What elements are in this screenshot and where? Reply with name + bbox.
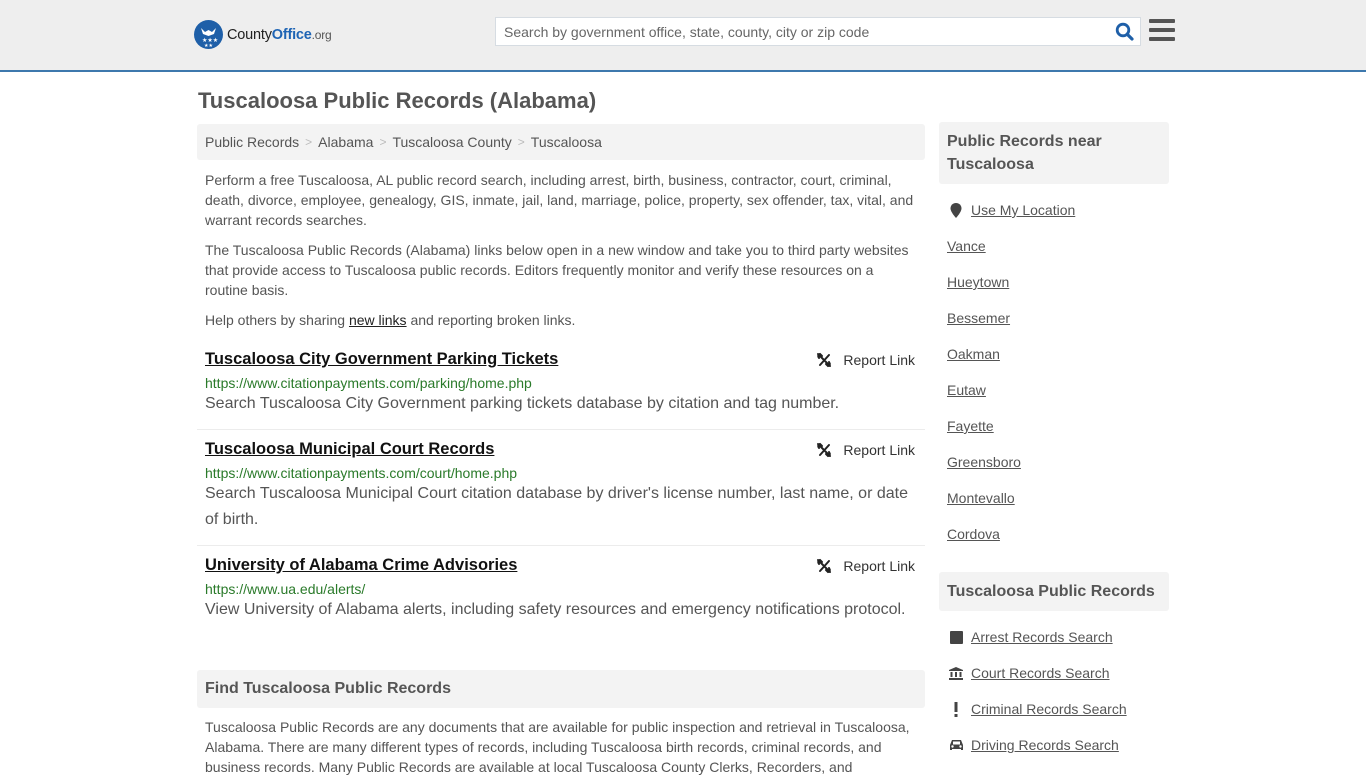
breadcrumb-public-records[interactable]: Public Records	[205, 134, 299, 150]
nearby-city-link[interactable]: Bessemer	[947, 310, 1010, 326]
record-description: View University of Alabama alerts, inclu…	[205, 601, 906, 618]
nearby-city-item: Eutaw	[947, 372, 1169, 408]
report-link-button[interactable]: Report Link	[816, 558, 915, 574]
record-description: Search Tuscaloosa City Government parkin…	[205, 395, 840, 412]
breadcrumb-separator: >	[379, 135, 387, 149]
nearby-city-link[interactable]: Montevallo	[947, 490, 1015, 506]
record-type-item: Criminal Records Search	[947, 691, 1169, 727]
court-records-link[interactable]: Court Records Search	[971, 665, 1110, 681]
broken-link-icon	[817, 558, 832, 574]
find-records-heading: Find Tuscaloosa Public Records	[197, 670, 925, 708]
broken-link-icon	[817, 442, 832, 458]
nearby-city-link[interactable]: Vance	[947, 238, 986, 254]
nearby-city-item: Fayette	[947, 408, 1169, 444]
nearby-city-link[interactable]: Hueytown	[947, 274, 1009, 290]
record-types-heading: Tuscaloosa Public Records	[939, 572, 1169, 611]
driving-records-link[interactable]: Driving Records Search	[971, 737, 1119, 753]
report-link-button[interactable]: Report Link	[816, 442, 915, 458]
record-type-item: Arrest Records Search	[947, 619, 1169, 655]
logo-text: CountyOffice.org	[227, 26, 332, 43]
criminal-records-link[interactable]: Criminal Records Search	[971, 701, 1127, 717]
intro-paragraph: Perform a free Tuscaloosa, AL public rec…	[205, 172, 914, 228]
eagle-stars-logo-icon: ★★★ ★★	[194, 20, 223, 49]
exclamation-icon	[947, 701, 965, 717]
record-title-link[interactable]: Tuscaloosa City Government Parking Ticke…	[205, 350, 558, 369]
breadcrumb: Public Records > Alabama > Tuscaloosa Co…	[197, 124, 925, 160]
menu-bar-icon	[1149, 37, 1175, 41]
intro-help-paragraph: Help others by sharing new links and rep…	[205, 312, 576, 328]
car-icon	[947, 739, 965, 751]
hamburger-menu-button[interactable]	[1149, 19, 1175, 43]
record-type-item: Driving Records Search	[947, 727, 1169, 763]
use-my-location-link[interactable]: Use My Location	[971, 202, 1075, 218]
intro-paragraph: The Tuscaloosa Public Records (Alabama) …	[205, 242, 909, 298]
record-title-link[interactable]: Tuscaloosa Municipal Court Records	[205, 440, 494, 459]
record-url[interactable]: https://www.citationpayments.com/parking…	[205, 375, 925, 391]
nearby-city-link[interactable]: Cordova	[947, 526, 1000, 542]
broken-link-icon	[817, 352, 832, 368]
breadcrumb-tuscaloosa-county[interactable]: Tuscaloosa County	[392, 134, 511, 150]
search-icon	[1115, 22, 1134, 41]
record-list: Tuscaloosa City Government Parking Ticke…	[197, 340, 925, 635]
menu-bar-icon	[1149, 19, 1175, 23]
page-title: Tuscaloosa Public Records (Alabama)	[198, 88, 597, 113]
record-item: University of Alabama Crime Advisories R…	[197, 546, 925, 635]
logo[interactable]: ★★★ ★★ CountyOffice.org	[194, 20, 332, 49]
record-description: Search Tuscaloosa Municipal Court citati…	[205, 485, 908, 528]
nearby-city-item: Cordova	[947, 516, 1169, 552]
map-pin-icon	[947, 202, 965, 218]
record-item: Tuscaloosa City Government Parking Ticke…	[197, 340, 925, 430]
menu-bar-icon	[1149, 28, 1175, 32]
breadcrumb-alabama[interactable]: Alabama	[318, 134, 373, 150]
nearby-city-link[interactable]: Fayette	[947, 418, 994, 434]
breadcrumb-separator: >	[517, 135, 525, 149]
breadcrumb-separator: >	[305, 135, 313, 149]
nearby-city-item: Montevallo	[947, 480, 1169, 516]
record-title-link[interactable]: University of Alabama Crime Advisories	[205, 556, 517, 575]
nearby-city-item: Bessemer	[947, 300, 1169, 336]
breadcrumb-tuscaloosa[interactable]: Tuscaloosa	[531, 134, 602, 150]
record-types-list: Arrest Records Search Court Records Sear…	[947, 619, 1169, 763]
nearby-city-link[interactable]: Eutaw	[947, 382, 986, 398]
nearby-list: Use My Location Vance Hueytown Bessemer …	[947, 192, 1169, 552]
search-button[interactable]	[1108, 18, 1140, 45]
record-url[interactable]: https://www.citationpayments.com/court/h…	[205, 465, 925, 481]
search-bar	[495, 17, 1141, 46]
use-location-item: Use My Location	[947, 192, 1169, 228]
site-header: ★★★ ★★ CountyOffice.org	[0, 0, 1366, 72]
record-type-item: Court Records Search	[947, 655, 1169, 691]
nearby-city-item: Hueytown	[947, 264, 1169, 300]
nearby-city-link[interactable]: Oakman	[947, 346, 1000, 362]
nearby-city-link[interactable]: Greensboro	[947, 454, 1021, 470]
new-links-link[interactable]: new links	[349, 312, 407, 328]
record-url[interactable]: https://www.ua.edu/alerts/	[205, 581, 925, 597]
nearby-heading: Public Records near Tuscaloosa	[939, 122, 1169, 184]
search-input[interactable]	[496, 18, 1108, 45]
arrest-records-link[interactable]: Arrest Records Search	[971, 629, 1113, 645]
nearby-city-item: Oakman	[947, 336, 1169, 372]
nearby-city-item: Greensboro	[947, 444, 1169, 480]
find-records-body: Tuscaloosa Public Records are any docume…	[205, 719, 910, 775]
svg-text:★★: ★★	[204, 43, 213, 49]
nearby-city-item: Vance	[947, 228, 1169, 264]
courthouse-icon	[947, 666, 965, 680]
record-item: Tuscaloosa Municipal Court Records Repor…	[197, 430, 925, 546]
report-link-button[interactable]: Report Link	[816, 352, 915, 368]
intro-text: Perform a free Tuscaloosa, AL public rec…	[205, 170, 920, 340]
arrest-icon	[947, 630, 965, 644]
